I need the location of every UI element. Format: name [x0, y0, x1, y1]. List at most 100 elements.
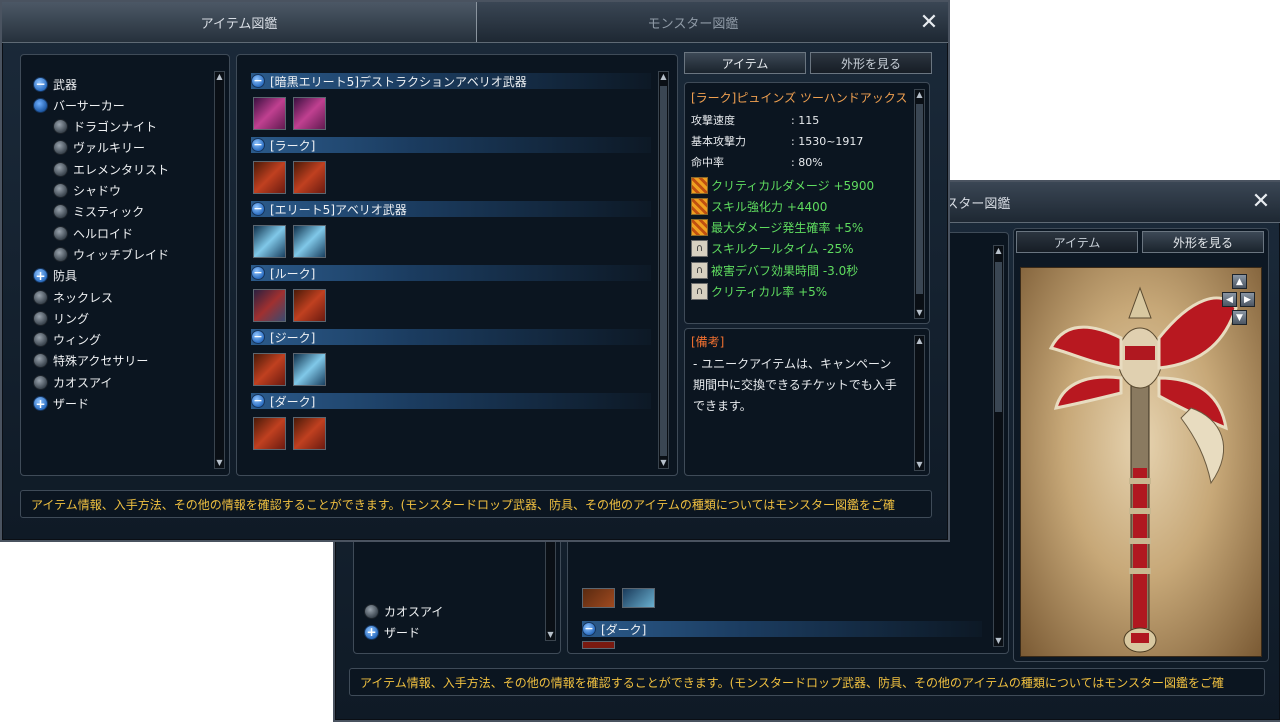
note-scrollbar[interactable]: ▲ ▼	[914, 335, 925, 471]
tree-item[interactable]: − 武器	[33, 75, 77, 93]
option-icon	[691, 219, 708, 237]
item-icon[interactable]	[253, 289, 286, 322]
item-icon[interactable]	[582, 641, 615, 649]
scroll-down-icon[interactable]: ▼	[546, 630, 555, 640]
tree-label: カオスアイ	[53, 375, 113, 390]
tree-label: 特殊アクセサリー	[53, 354, 149, 369]
tree-item[interactable]: ネックレス	[33, 288, 113, 306]
tree-label: 防具	[53, 269, 78, 284]
rotate-down-button[interactable]: ▼	[1232, 310, 1247, 325]
effect-row: ∩ クリティカル率 +5%	[691, 282, 827, 302]
category-label: [ラーク]	[270, 138, 316, 153]
item-icon[interactable]	[293, 417, 326, 450]
radio-icon	[53, 119, 68, 135]
category-tree-panel: − 武器バーサーカードラゴンナイトヴァルキリーエレメンタリスト シャドウミスティック…	[20, 54, 230, 476]
category-header[interactable]: − [ジーク]	[251, 329, 651, 345]
window2-tree-item-zard[interactable]: + ザード	[364, 623, 420, 641]
effect-row: ∩ スキルクールタイム -25%	[691, 239, 854, 259]
lock-icon: ∩	[691, 283, 708, 300]
minus-icon: −	[33, 76, 48, 92]
rotate-right-button[interactable]: ▶	[1240, 292, 1255, 307]
tree-item[interactable]: ミスティック	[53, 203, 144, 221]
scroll-thumb[interactable]	[916, 104, 923, 294]
tree-item[interactable]: ウィッチブレイド	[53, 245, 169, 263]
item-icon[interactable]	[253, 417, 286, 450]
tree-item[interactable]: ヘルロイド	[53, 224, 133, 242]
scroll-up-icon[interactable]: ▲	[215, 72, 224, 82]
rotate-up-button[interactable]: ▲	[1232, 274, 1247, 289]
category-header[interactable]: − [エリート5]アベリオ武器	[251, 201, 651, 217]
note-title: [備考]	[691, 335, 725, 349]
radio-icon	[33, 374, 48, 390]
category-header[interactable]: − [ルーク]	[251, 265, 651, 281]
scroll-up-icon[interactable]: ▲	[659, 72, 668, 82]
item-name: [ラーク]ピュインズ ツーハンドアックス	[691, 91, 908, 105]
radio-icon	[53, 246, 68, 262]
tree-item[interactable]: ウィング	[33, 331, 101, 349]
tree-item[interactable]: シャドウ	[53, 182, 121, 200]
minus-icon: −	[251, 202, 265, 216]
radio-icon	[53, 204, 68, 220]
tree-label: ミスティック	[73, 205, 145, 220]
item-list-panel: − [暗黒エリート5]デストラクションアベリオ武器 − [ラーク] − [エリート5]アベ…	[236, 54, 678, 476]
scroll-down-icon[interactable]: ▼	[915, 460, 924, 470]
category-header[interactable]: − [ラーク]	[251, 137, 651, 153]
tree-scrollbar[interactable]: ▲ ▼	[214, 71, 225, 469]
tab-item-codex[interactable]: アイテム図鑑	[2, 2, 477, 42]
tree-item[interactable]: ドラゴンナイト	[53, 118, 157, 136]
list-scrollbar[interactable]: ▲ ▼	[658, 71, 669, 469]
tree-item[interactable]: エレメンタリスト	[53, 160, 169, 178]
effect-row: クリティカルダメージ +5900	[691, 175, 874, 195]
tree-label: ヴァルキリー	[73, 141, 146, 156]
category-header[interactable]: − [ダーク]	[251, 393, 651, 409]
tree-item[interactable]: カオスアイ	[33, 373, 112, 391]
category-label: [エリート5]アベリオ武器	[270, 202, 407, 217]
axe-illustration	[1048, 286, 1238, 653]
item-icon[interactable]	[253, 97, 286, 130]
detail-tab-appearance[interactable]: 外形を見る	[810, 52, 932, 74]
item-icon[interactable]	[582, 588, 615, 608]
rotate-left-button[interactable]: ◀	[1222, 292, 1237, 307]
window2-tab-appearance[interactable]: 外形を見る	[1142, 231, 1264, 253]
window1-close-icon[interactable]: ✕	[918, 10, 940, 35]
note-line: 期間中に交換できるチケットでも入手	[693, 378, 897, 392]
window2-list-scrollbar[interactable]: ▲ ▼	[993, 245, 1004, 647]
scroll-thumb[interactable]	[995, 262, 1002, 412]
window2-tab-item[interactable]: アイテム	[1016, 231, 1138, 253]
item-icon[interactable]	[293, 161, 326, 194]
item-icon[interactable]	[253, 225, 286, 258]
item-icon[interactable]	[293, 353, 326, 386]
tree-item[interactable]: + 防具	[33, 267, 77, 285]
info-scrollbar[interactable]: ▲ ▼	[914, 89, 925, 319]
category-header[interactable]: − [暗黒エリート5]デストラクションアベリオ武器	[251, 73, 651, 89]
minus-icon: −	[251, 330, 265, 344]
scroll-down-icon[interactable]: ▼	[659, 458, 668, 468]
scroll-thumb[interactable]	[660, 86, 667, 456]
window2-category-header[interactable]: − [ダーク]	[582, 621, 982, 637]
tree-item[interactable]: ヴァルキリー	[53, 139, 145, 157]
scroll-up-icon[interactable]: ▲	[915, 336, 924, 346]
tree-item[interactable]: + ザード	[33, 395, 89, 413]
window2-tree-item-chaos-eye[interactable]: カオスアイ	[364, 602, 443, 620]
radio-icon	[53, 225, 68, 241]
item-icon[interactable]	[293, 97, 326, 130]
scroll-down-icon[interactable]: ▼	[994, 636, 1003, 646]
item-icon[interactable]	[293, 289, 326, 322]
item-icon[interactable]	[622, 588, 655, 608]
tree-item[interactable]: バーサーカー	[33, 96, 125, 114]
scroll-up-icon[interactable]: ▲	[994, 246, 1003, 256]
tree-item[interactable]: 特殊アクセサリー	[33, 352, 148, 370]
item-icon[interactable]	[293, 225, 326, 258]
tree-label: ザード	[53, 397, 90, 411]
item-icon[interactable]	[253, 353, 286, 386]
window2-close-icon[interactable]: ✕	[1250, 189, 1272, 214]
stat-label: 攻撃速度	[691, 114, 735, 127]
tree-item[interactable]: リング	[33, 309, 89, 327]
scroll-up-icon[interactable]: ▲	[915, 90, 924, 100]
tab-monster-codex[interactable]: モンスター図鑑	[478, 2, 908, 42]
minus-icon: −	[251, 138, 265, 152]
scroll-down-icon[interactable]: ▼	[915, 308, 924, 318]
item-icon[interactable]	[253, 161, 286, 194]
detail-tab-item[interactable]: アイテム	[684, 52, 806, 74]
scroll-down-icon[interactable]: ▼	[215, 458, 224, 468]
